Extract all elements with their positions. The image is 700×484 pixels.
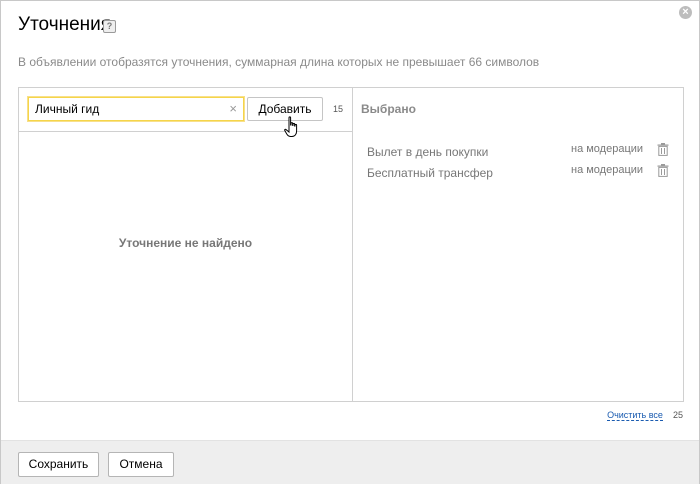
refinements-dialog: Уточнения ? × В объявлении отобразятся у… [0,0,700,484]
remaining-count: 15 [333,104,344,114]
search-row: × Добавить 15 [19,88,352,132]
chosen-title: Выбрано [361,102,416,116]
trash-icon[interactable] [657,143,669,156]
chosen-list: Вылет в день покупки на модерации Беспла… [367,143,672,185]
refinement-input-wrapper: × [28,97,244,121]
chosen-item: Вылет в день покупки на модерации [367,143,672,164]
refinements-panel: × Добавить 15 Уточнение не найдено Выбра… [18,87,684,402]
cancel-button[interactable]: Отмена [108,452,174,477]
chosen-item-text: Бесплатный трансфер [367,166,493,180]
add-button[interactable]: Добавить [247,97,323,121]
save-button[interactable]: Сохранить [18,452,99,477]
help-icon[interactable]: ? [103,20,116,33]
footer-links: Очистить все 25 [607,410,683,421]
chosen-item-status: на модерации [571,143,644,155]
clear-input-icon[interactable]: × [229,101,237,117]
total-count: 25 [672,410,683,420]
chosen-item: Бесплатный трансфер на модерации [367,164,672,185]
close-icon[interactable]: × [679,6,692,19]
dialog-title: Уточнения [18,14,112,35]
refinement-input[interactable] [35,99,215,119]
chosen-item-text: Вылет в день покупки [367,145,489,159]
clear-all-link[interactable]: Очистить все [607,410,663,421]
chosen-column: Выбрано Вылет в день покупки на модераци… [353,88,683,401]
dialog-description: В объявлении отобразятся уточнения, сумм… [18,55,540,69]
search-column: × Добавить 15 Уточнение не найдено [19,88,353,401]
trash-icon[interactable] [657,164,669,177]
empty-results-text: Уточнение не найдено [118,236,253,250]
dialog-footer: Сохранить Отмена [1,440,699,484]
chosen-item-status: на модерации [571,164,644,176]
